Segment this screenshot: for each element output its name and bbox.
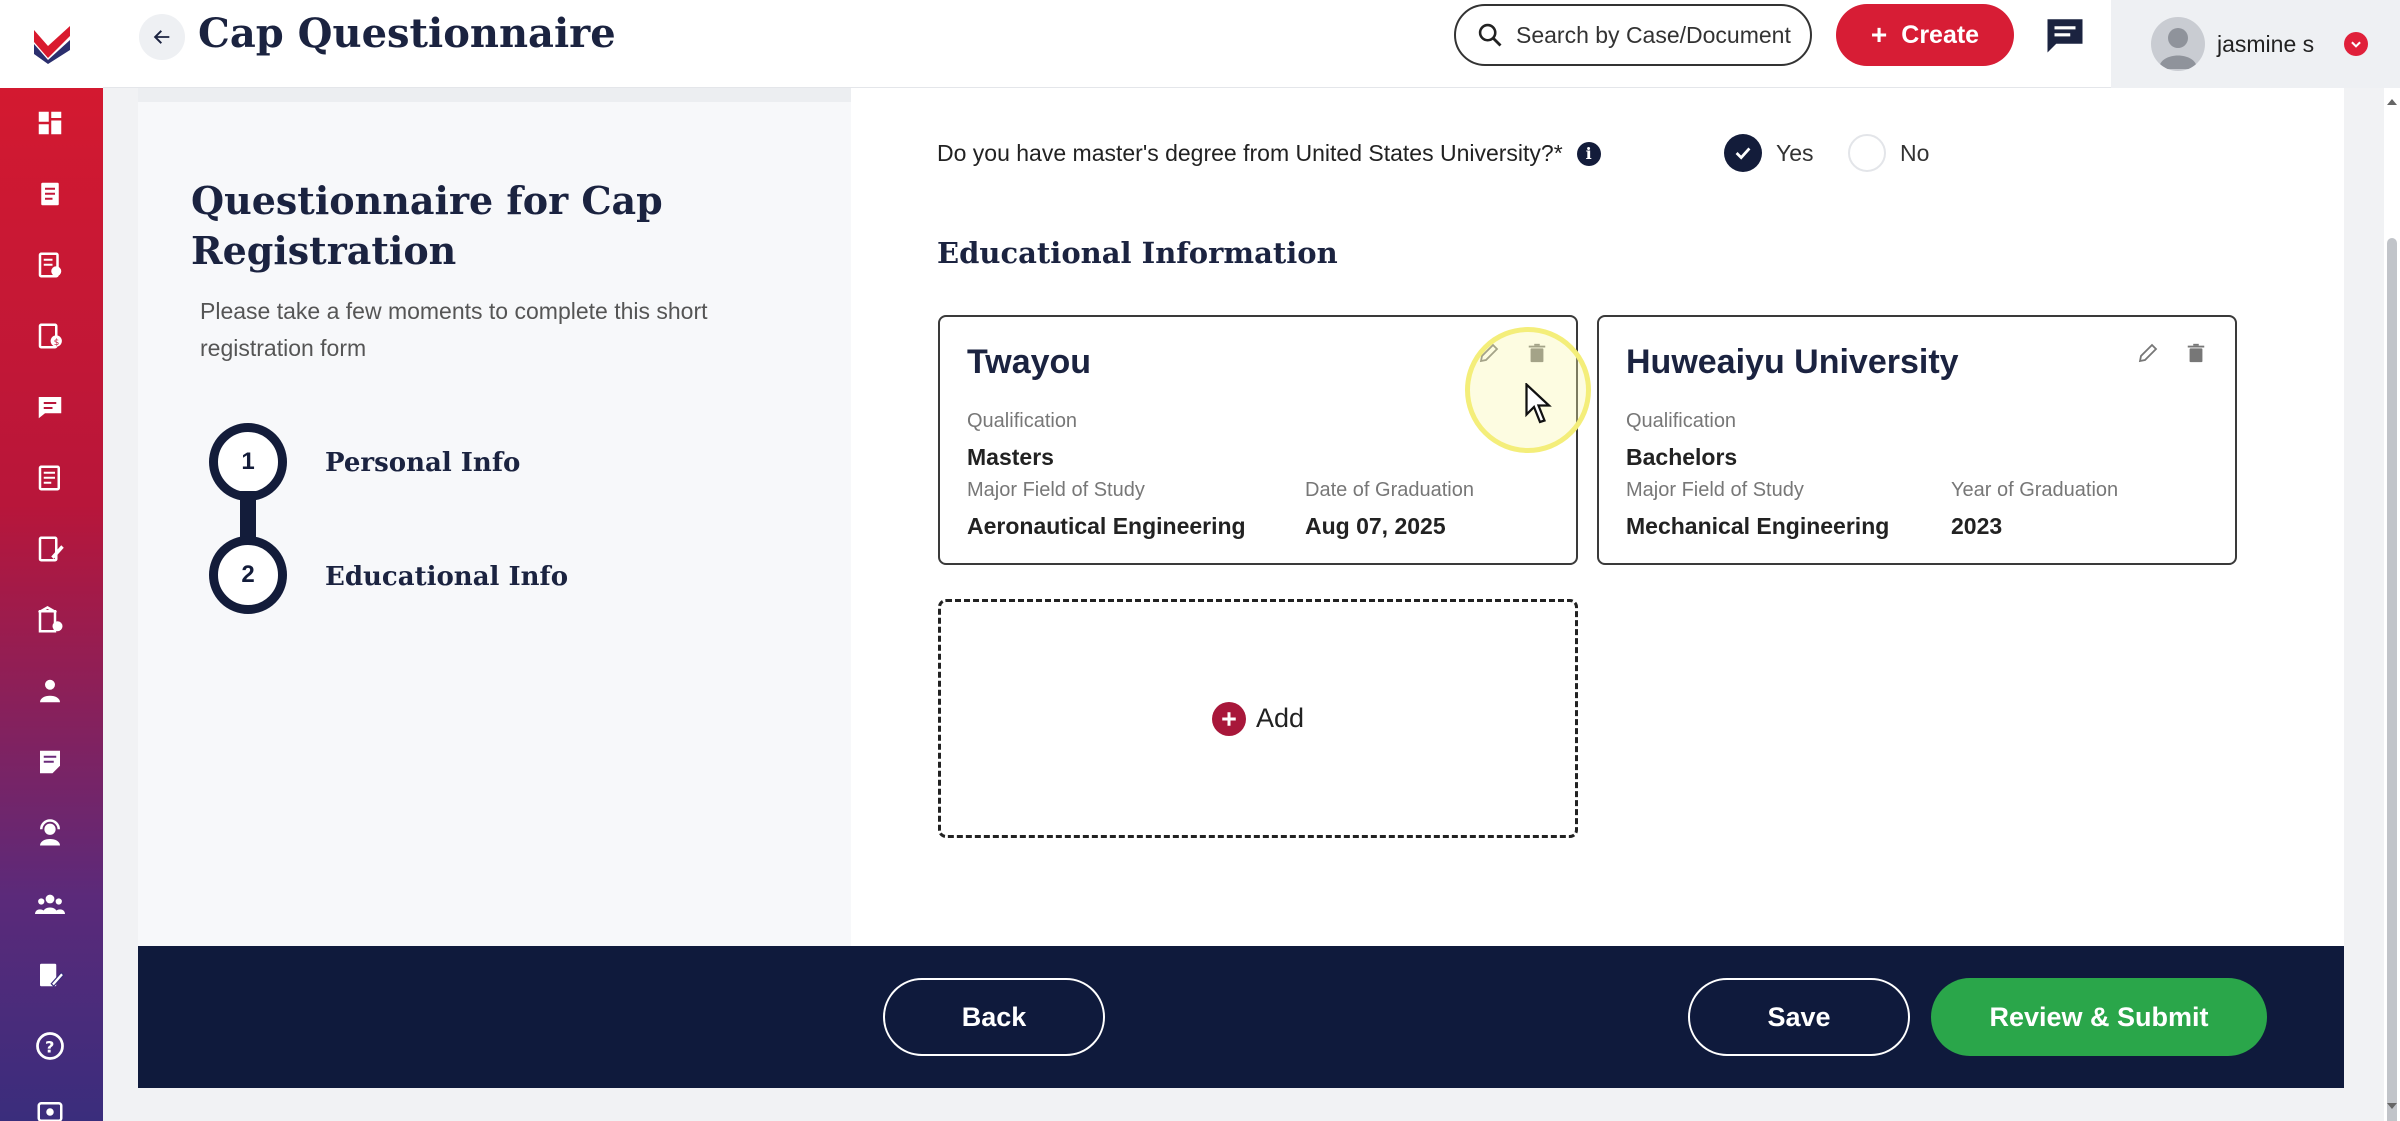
search-box[interactable] [1454, 4, 1812, 66]
user-menu[interactable]: jasmine s [2111, 0, 2400, 88]
create-button[interactable]: + Create [1836, 4, 2014, 66]
check-icon [1724, 134, 1762, 172]
header-back-button[interactable] [139, 14, 185, 60]
report-icon[interactable] [30, 458, 70, 498]
scroll-up-icon [2387, 99, 2397, 105]
edit-form-icon[interactable] [30, 955, 70, 995]
trash-icon[interactable] [2183, 339, 2209, 367]
form-icon[interactable]: $ [30, 316, 70, 356]
major-value: Mechanical Engineering [1626, 513, 1890, 539]
vertical-scrollbar[interactable] [2384, 88, 2400, 1121]
main-content: Questionnaire for Cap Registration Pleas… [138, 88, 2344, 1088]
messages-button[interactable] [2040, 12, 2090, 58]
education-card-2: Huweaiyu University Qualification Bachel… [1597, 315, 2237, 565]
step-1-indicator[interactable]: 1 [209, 423, 287, 501]
chevron-down-icon[interactable] [2344, 32, 2369, 56]
sidebar: $ ? [0, 0, 103, 1121]
major-value: Aeronautical Engineering [967, 513, 1246, 539]
avatar [2151, 17, 2205, 71]
back-button[interactable]: Back [883, 978, 1105, 1056]
dashboard-icon[interactable] [30, 103, 70, 143]
form-footer: Back Save Review & Submit [138, 946, 2344, 1088]
message-icon [2047, 19, 2083, 53]
step-connector [240, 491, 256, 541]
plus-icon: + [1870, 19, 1888, 50]
qualification-value: Masters [967, 444, 1054, 470]
note-icon[interactable] [30, 742, 70, 782]
questionnaire-card: Questionnaire for Cap Registration Pleas… [138, 88, 2344, 1088]
search-input[interactable] [1516, 21, 1801, 49]
id-card-icon[interactable] [30, 1092, 70, 1121]
document-icon[interactable] [30, 174, 70, 214]
radio-no[interactable]: No [1848, 134, 1929, 172]
school-name: Huweaiyu University [1626, 343, 1959, 381]
info-icon[interactable]: i [1576, 141, 1601, 166]
radio-empty-icon [1848, 134, 1886, 172]
questionnaire-title: Questionnaire for Cap Registration [191, 178, 663, 273]
graduation-value: Aug 07, 2025 [1305, 513, 1446, 539]
support-agent-icon[interactable] [30, 813, 70, 853]
masters-question: Do you have master's degree from United … [937, 140, 1601, 167]
section-title: Educational Information [937, 236, 1338, 270]
scroll-thumb[interactable] [2387, 238, 2397, 1121]
intro-panel: Questionnaire for Cap Registration Pleas… [138, 88, 851, 946]
arrow-left-icon [153, 30, 170, 44]
step-2-label[interactable]: Educational Info [325, 562, 568, 592]
checklist-icon[interactable] [30, 245, 70, 285]
help-icon[interactable]: ? [30, 1026, 70, 1066]
top-header: Cap Questionnaire + Create jasmine s [103, 0, 2400, 88]
graduation-value: 2023 [1951, 513, 2003, 539]
radio-yes[interactable]: Yes [1724, 134, 1814, 172]
step-1-label[interactable]: Personal Info [325, 448, 520, 478]
plus-circle-icon [1211, 701, 1246, 736]
svg-text:$: $ [54, 338, 60, 348]
save-button[interactable]: Save [1688, 978, 1910, 1056]
search-icon [1478, 23, 1502, 47]
school-name: Twayou [967, 343, 1092, 381]
user-name: jasmine s [2217, 30, 2315, 57]
page-title: Cap Questionnaire [198, 10, 616, 57]
user-avatar-icon [2159, 28, 2197, 69]
education-card-1: Twayou Qualification Masters Major Field… [938, 315, 1578, 565]
svg-text:?: ? [45, 1037, 54, 1056]
group-icon[interactable] [30, 884, 70, 924]
building-icon[interactable] [30, 600, 70, 640]
edit-icon[interactable] [1476, 339, 1502, 367]
review-submit-button[interactable]: Review & Submit [1931, 978, 2267, 1056]
step-2-indicator[interactable]: 2 [209, 536, 287, 614]
edit-doc-icon[interactable] [30, 529, 70, 569]
questionnaire-subtitle: Please take a few moments to complete th… [200, 298, 708, 361]
scroll-down-icon [2387, 1103, 2397, 1109]
trash-icon[interactable] [1524, 339, 1550, 367]
add-education-button[interactable]: Add [938, 599, 1578, 838]
edit-icon[interactable] [2135, 339, 2161, 367]
qualification-value: Bachelors [1626, 444, 1738, 470]
chat-icon[interactable] [30, 387, 70, 427]
logo-icon [33, 26, 70, 64]
app-logo[interactable] [0, 0, 103, 88]
person-icon[interactable] [30, 671, 70, 711]
